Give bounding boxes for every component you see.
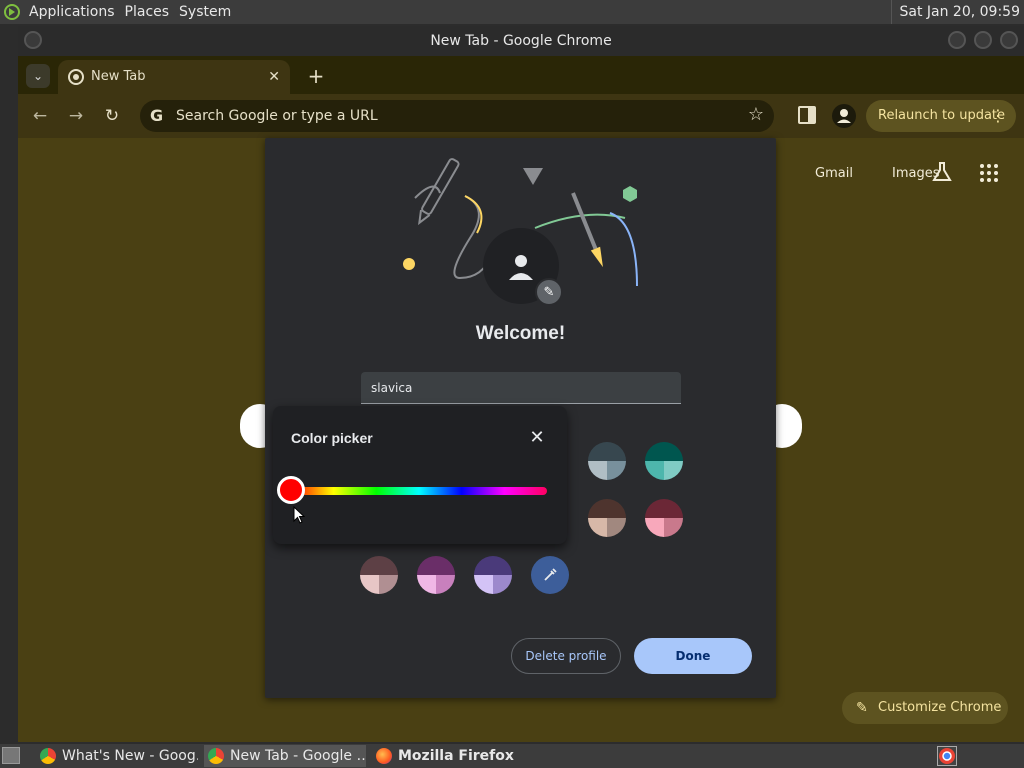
window-title: New Tab - Google Chrome	[430, 33, 612, 49]
arrow-right-icon: →	[68, 106, 84, 126]
theme-swatch[interactable]	[474, 556, 512, 594]
tab-search-button[interactable]: ⌄	[26, 64, 50, 88]
applications-menu[interactable]: Applications	[24, 0, 120, 24]
tray-chrome-icon[interactable]	[937, 746, 957, 766]
welcome-heading: Welcome!	[475, 323, 566, 344]
edit-avatar-button[interactable]: ✎	[535, 278, 563, 306]
tab-close-icon[interactable]: ✕	[268, 60, 280, 94]
delete-profile-button[interactable]: Delete profile	[511, 638, 621, 674]
minimize-button[interactable]	[948, 31, 966, 49]
chrome-icon	[40, 748, 56, 764]
taskbar-item-label: Mozilla Firefox	[398, 748, 514, 764]
reload-button[interactable]: ↻	[98, 102, 126, 130]
mouse-cursor-icon	[293, 506, 305, 524]
taskbar-item-whats-new[interactable]: What's New - Goog…	[36, 745, 198, 767]
hue-slider[interactable]	[291, 487, 547, 495]
forward-button[interactable]: →	[62, 102, 90, 130]
close-window-button[interactable]	[1000, 31, 1018, 49]
eyedropper-icon	[544, 568, 557, 581]
profile-avatar-button[interactable]	[832, 104, 856, 128]
theme-swatch[interactable]	[588, 442, 626, 480]
arrow-left-icon: ←	[32, 106, 48, 126]
browser-toolbar: ← → ↻ G Search Google or type a URL ☆ Re…	[18, 94, 1024, 138]
tab-strip: ⌄ New Tab ✕ +	[18, 56, 1024, 94]
firefox-icon	[376, 748, 392, 764]
back-button[interactable]: ←	[26, 102, 54, 130]
gmail-link[interactable]: Gmail	[815, 166, 853, 181]
pencil-icon: ✎	[543, 284, 555, 300]
color-picker-popup: Color picker ✕	[273, 406, 567, 544]
chevron-down-icon: ⌄	[32, 69, 44, 83]
reload-icon: ↻	[104, 106, 120, 126]
system-menu[interactable]: System	[174, 0, 236, 24]
top-panel: Applications Places System Sat Jan 20, 0…	[0, 0, 1024, 24]
customize-label: Customize Chrome	[878, 700, 1002, 715]
clock[interactable]: Sat Jan 20, 09:59	[890, 0, 1020, 24]
theme-swatch[interactable]	[645, 442, 683, 480]
tab-label: New Tab	[91, 69, 146, 84]
relaunch-label: Relaunch to update	[878, 108, 1006, 123]
labs-flask-icon[interactable]	[930, 160, 954, 184]
side-panel-icon[interactable]	[798, 106, 816, 124]
theme-swatch[interactable]	[588, 499, 626, 537]
omnibox[interactable]: G Search Google or type a URL ☆	[140, 100, 774, 132]
gnome-logo-icon[interactable]	[0, 0, 24, 24]
taskbar-item-firefox[interactable]: Mozilla Firefox	[372, 745, 522, 767]
google-apps-icon[interactable]	[980, 164, 998, 182]
bottom-taskbar: What's New - Goog… New Tab - Google … Mo…	[0, 744, 1024, 768]
new-tab-button[interactable]: +	[302, 62, 330, 90]
chrome-icon	[208, 748, 224, 764]
taskbar-item-label: New Tab - Google …	[230, 748, 366, 764]
close-icon[interactable]: ✕	[527, 426, 547, 450]
color-picker-title: Color picker	[291, 430, 373, 446]
customize-chrome-button[interactable]: ✎ Customize Chrome	[842, 692, 1008, 724]
relaunch-button[interactable]: Relaunch to update ⋮	[866, 100, 1016, 132]
person-icon	[837, 109, 851, 123]
custom-color-button[interactable]	[531, 556, 569, 594]
google-g-icon: G	[150, 106, 164, 125]
omnibox-placeholder: Search Google or type a URL	[176, 108, 378, 124]
places-menu[interactable]: Places	[120, 0, 175, 24]
taskbar-item-label: What's New - Goog…	[62, 748, 198, 764]
welcome-illustration	[403, 158, 638, 304]
pencil-icon: ✎	[856, 700, 868, 716]
theme-swatch[interactable]	[645, 499, 683, 537]
person-avatar-icon	[509, 255, 533, 280]
chrome-icon	[939, 748, 955, 764]
avatar	[505, 252, 537, 282]
chrome-favicon-icon	[68, 69, 84, 85]
bookmark-star-icon[interactable]: ☆	[748, 104, 764, 125]
taskbar-item-new-tab[interactable]: New Tab - Google …	[204, 745, 366, 767]
kebab-menu-icon[interactable]: ⋮	[990, 100, 1006, 132]
theme-swatch[interactable]	[417, 556, 455, 594]
show-desktop-icon[interactable]	[2, 747, 20, 764]
tab-new-tab[interactable]: New Tab ✕	[58, 60, 290, 94]
done-button[interactable]: Done	[634, 638, 752, 674]
maximize-button[interactable]	[974, 31, 992, 49]
theme-swatch[interactable]	[360, 556, 398, 594]
profile-name-input[interactable]	[361, 372, 681, 404]
window-titlebar[interactable]: New Tab - Google Chrome	[18, 26, 1024, 56]
hue-slider-handle[interactable]	[277, 476, 305, 504]
